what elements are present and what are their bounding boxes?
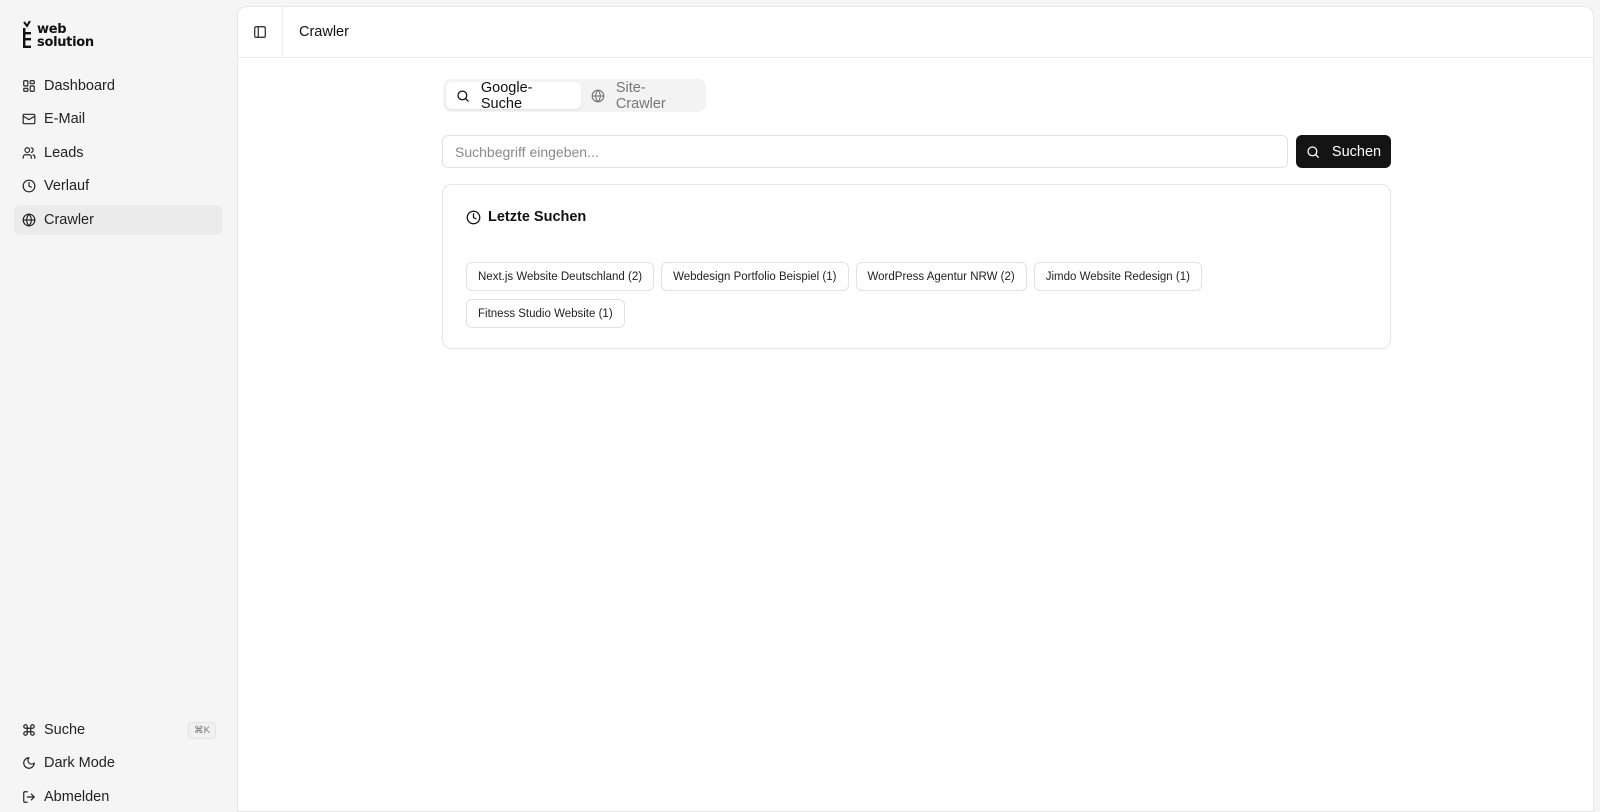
sidebar-item-suche[interactable]: Suche ⌘K (14, 715, 216, 745)
brand-line2: solution (37, 35, 94, 50)
brand-logo[interactable]: web solution (22, 20, 94, 50)
sidebar: web solution Dashboard E-Mail Leads Verl… (0, 0, 237, 812)
sidebar-item-label: Dark Mode (44, 755, 115, 772)
users-icon (22, 146, 36, 159)
sidebar-item-leads[interactable]: Leads (14, 138, 222, 168)
sidebar-item-abmelden[interactable]: Abmelden (14, 782, 216, 812)
recent-search-chip[interactable]: Next.js Website Deutschland (2) (466, 262, 655, 291)
sidebar-toggle-button[interactable] (238, 7, 283, 57)
sidebar-item-label: Abmelden (44, 788, 110, 805)
recent-searches-title: Letzte Suchen (466, 209, 586, 225)
tab-site-crawler[interactable]: Site-Crawler (581, 79, 703, 112)
panel-left-icon (254, 26, 266, 38)
sidebar-item-email[interactable]: E-Mail (14, 104, 222, 134)
sidebar-item-label: Crawler (44, 211, 94, 228)
logo-mark-icon (23, 20, 31, 48)
sidebar-item-label: E-Mail (44, 111, 86, 128)
main-panel: Crawler Google-Suche Site-Crawler Suchen (237, 6, 1594, 812)
sidebar-item-crawler[interactable]: Crawler (14, 204, 222, 235)
sidebar-item-label: Leads (44, 144, 84, 161)
recent-searches-list: Next.js Website Deutschland (2) Webdesig… (466, 262, 1366, 328)
globe-icon (22, 212, 36, 227)
sidebar-item-dark-mode[interactable]: Dark Mode (14, 748, 216, 778)
search-input[interactable] (442, 135, 1288, 168)
recent-search-chip[interactable]: Webdesign Portfolio Beispiel (1) (661, 262, 849, 291)
search-icon (457, 89, 469, 102)
search-form: Suchen (442, 135, 1391, 168)
search-button-label: Suchen (1331, 143, 1382, 160)
topbar: Crawler (238, 7, 1593, 58)
clock-icon (22, 179, 36, 193)
recent-search-chip[interactable]: Fitness Studio Website (1) (466, 299, 625, 328)
logout-icon (23, 790, 35, 803)
shortcut-badge: ⌘K (188, 721, 216, 739)
recent-search-chip[interactable]: Jimdo Website Redesign (1) (1033, 262, 1202, 291)
command-icon (23, 724, 35, 736)
page-title: Crawler (299, 24, 349, 40)
sidebar-nav: Dashboard E-Mail Leads Verlauf Crawler (14, 71, 222, 238)
dashboard-icon (23, 80, 35, 92)
tab-label: Site-Crawler (615, 79, 666, 112)
sidebar-item-label: Dashboard (44, 78, 115, 94)
recent-searches-title-text: Letzte Suchen (488, 209, 587, 225)
sidebar-item-dashboard[interactable]: Dashboard (14, 71, 222, 101)
search-button[interactable]: Suchen (1296, 135, 1391, 168)
recent-searches-card: Letzte Suchen Next.js Website Deutschlan… (442, 184, 1391, 349)
search-mode-tabs: Google-Suche Site-Crawler (443, 79, 706, 112)
sidebar-item-label: Suche (44, 722, 86, 738)
recent-search-chip[interactable]: WordPress Agentur NRW (2) (855, 262, 1027, 291)
globe-icon (591, 88, 605, 103)
brand-wordmark: web solution (37, 20, 94, 49)
moon-icon (23, 757, 35, 770)
mail-icon (22, 114, 36, 125)
clock-icon (466, 210, 481, 224)
sidebar-item-verlauf[interactable]: Verlauf (14, 171, 222, 201)
sidebar-item-label: Verlauf (44, 178, 90, 195)
tab-label: Google-Suche (480, 79, 533, 112)
sidebar-bottom-nav: Suche ⌘K Dark Mode Abmelden (14, 715, 216, 812)
tab-google-suche[interactable]: Google-Suche (446, 79, 581, 112)
search-icon (1307, 145, 1319, 158)
